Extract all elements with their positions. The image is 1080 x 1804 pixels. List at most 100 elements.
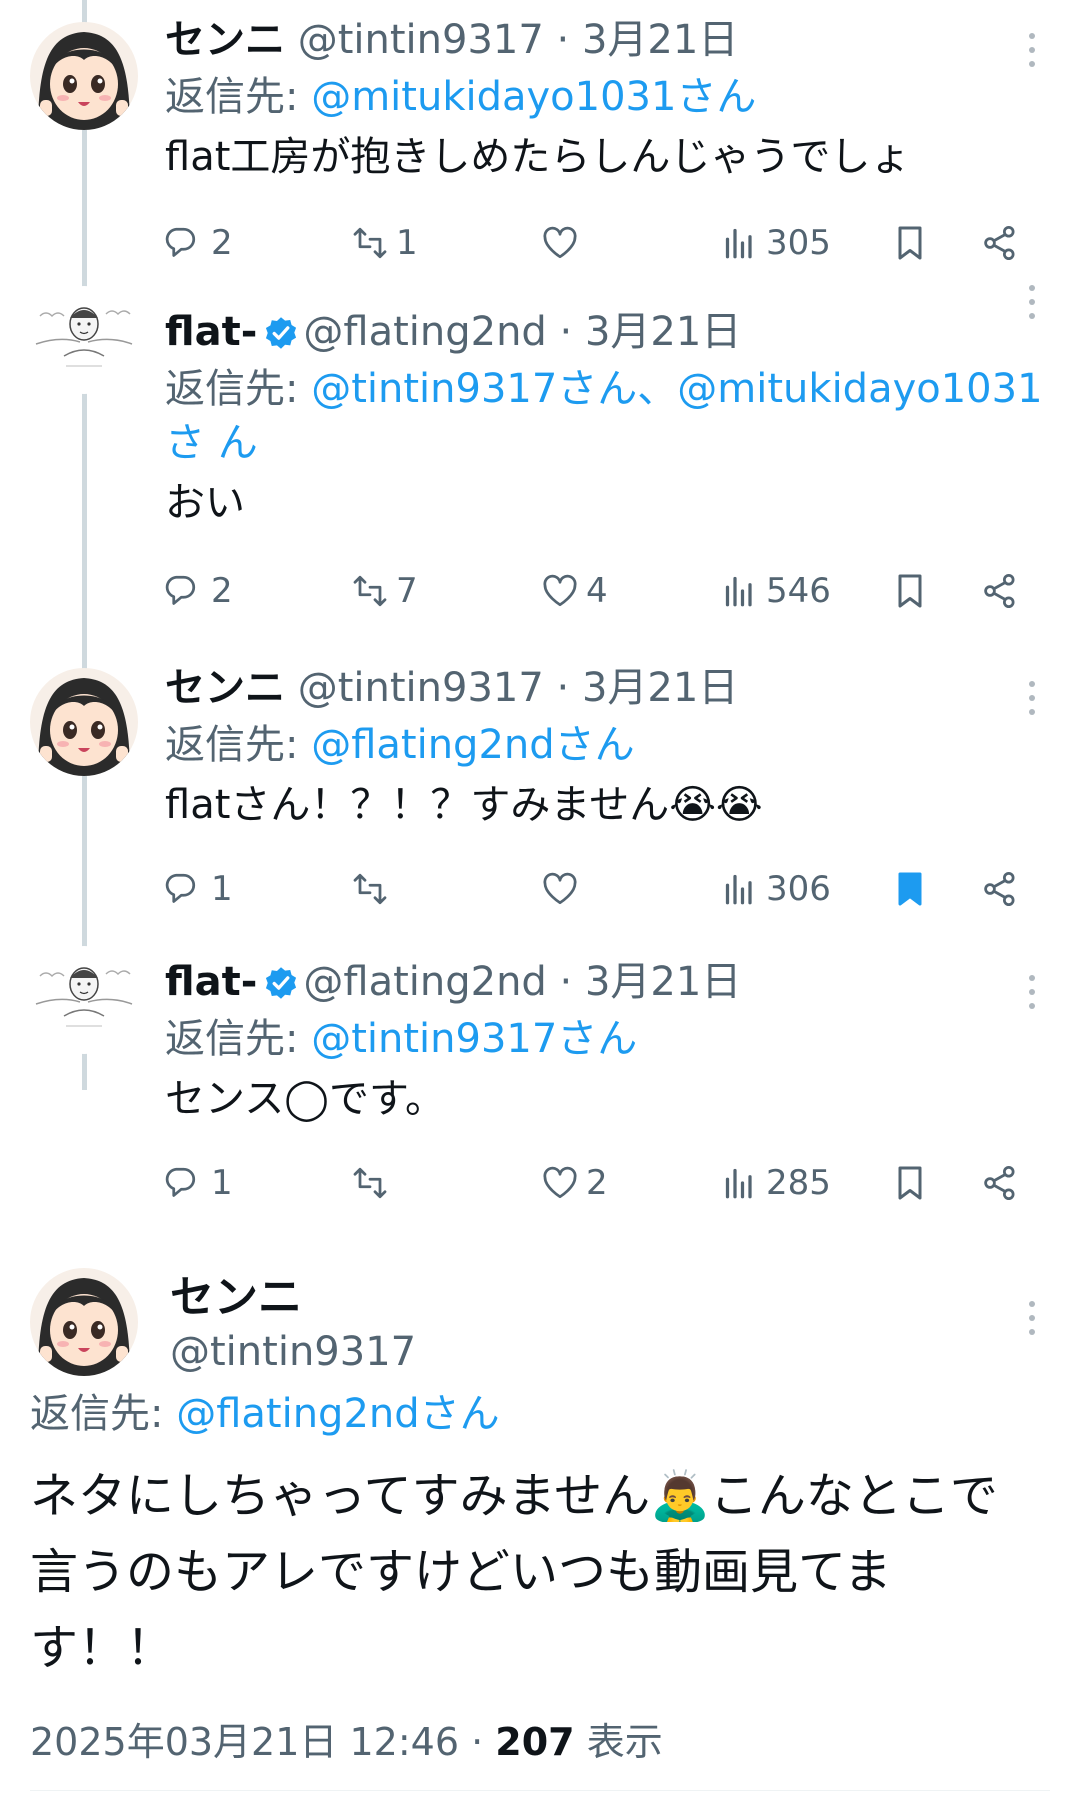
- bookmark-button[interactable]: [890, 566, 930, 616]
- avatar[interactable]: [30, 286, 138, 394]
- reply-button[interactable]: 1: [165, 864, 233, 914]
- views-icon: [725, 228, 752, 259]
- tweet-date[interactable]: 3月21日: [585, 309, 741, 355]
- reply-to-label: 返信先:: [165, 74, 312, 120]
- user-handle[interactable]: @tintin9317: [170, 1326, 416, 1378]
- reply-to: 返信先: @flating2ndさん: [30, 1386, 500, 1442]
- reply-button[interactable]: 1: [165, 1158, 233, 1208]
- retweet-icon: [353, 227, 387, 259]
- reply-icon: [165, 1167, 196, 1197]
- share-button[interactable]: [980, 566, 1020, 616]
- reply-to: 返信先: @mitukidayo1031さん: [165, 70, 1050, 124]
- reply-button[interactable]: 2: [165, 218, 233, 268]
- timestamp[interactable]: 2025年03月21日 12:46: [30, 1720, 459, 1764]
- reply-button[interactable]: 2: [165, 566, 233, 616]
- divider: [30, 1790, 1050, 1791]
- bookmark-button[interactable]: [890, 864, 930, 914]
- reply-to-label: 返信先:: [165, 1016, 312, 1062]
- heart-icon: [543, 226, 577, 259]
- separator-dot: ·: [471, 1720, 496, 1764]
- avatar[interactable]: [30, 668, 138, 776]
- tweet-date[interactable]: 3月21日: [582, 17, 738, 63]
- tweet[interactable]: flat- @flating2nd · 3月21日 返信先: @tintin931…: [0, 942, 1080, 1203]
- views-button[interactable]: 285: [720, 1158, 831, 1208]
- tweet-text: flat工房が抱きしめたらしんじゃうでしょ: [165, 134, 911, 180]
- display-name[interactable]: flat-: [165, 309, 257, 355]
- bookmark-filled-icon: [898, 872, 922, 906]
- user-handle[interactable]: @tintin9317: [298, 17, 544, 63]
- more-options-icon[interactable]: [1024, 678, 1040, 718]
- reply-to-mention[interactable]: @tintin9317さん: [311, 1016, 637, 1062]
- more-options-icon[interactable]: [1024, 30, 1040, 70]
- separator-dot: ·: [556, 665, 570, 711]
- tweet-header: センニ @tintin9317 · 3月21日: [165, 14, 1050, 66]
- reply-to-label: 返信先:: [165, 366, 312, 412]
- verified-badge-icon[interactable]: [263, 315, 299, 351]
- reply-icon: [165, 873, 196, 903]
- share-icon: [984, 574, 1015, 608]
- tweet-header: flat- @flating2nd · 3月21日: [165, 956, 1050, 1008]
- share-button[interactable]: [980, 218, 1020, 268]
- like-button[interactable]: 4: [540, 566, 608, 616]
- retweet-button[interactable]: 7: [350, 566, 418, 616]
- avatar[interactable]: [30, 946, 138, 1054]
- user-handle[interactable]: @flating2nd: [303, 959, 546, 1005]
- views-label: 表示: [586, 1720, 663, 1764]
- retweet-button[interactable]: 1: [350, 218, 418, 268]
- bookmark-button[interactable]: [890, 218, 930, 268]
- reply-to-mention[interactable]: @flating2ndさん: [176, 1391, 499, 1437]
- views-button[interactable]: 306: [720, 864, 831, 914]
- separator-dot: ·: [559, 309, 573, 355]
- heart-icon: [543, 574, 577, 607]
- retweet-count: 1: [396, 223, 418, 263]
- like-button[interactable]: [540, 864, 586, 914]
- tweet-header: センニ @tintin9317 · 3月21日: [165, 662, 1050, 714]
- tweet-text: センス◯です。: [165, 1076, 445, 1122]
- avatar[interactable]: [30, 1268, 138, 1376]
- reply-to-mention[interactable]: @mitukidayo1031さん: [311, 74, 756, 120]
- main-tweet: センニ @tintin9317 返信先: @flating2ndさん ネタにしち…: [0, 1258, 1080, 1804]
- views-icon: [725, 1168, 752, 1199]
- share-icon: [984, 872, 1015, 906]
- retweet-icon: [353, 575, 387, 607]
- share-button[interactable]: [980, 864, 1020, 914]
- bookmark-icon: [898, 574, 922, 608]
- tweet-text: ネタにしちゃってすみません🙇‍♂️こんなとこで言うのもアレですけどいつも動画見て…: [30, 1468, 998, 1676]
- tweet-actions: 2 1 305: [165, 218, 1050, 268]
- avatar[interactable]: [30, 22, 138, 130]
- user-handle[interactable]: @flating2nd: [303, 309, 546, 355]
- retweet-button[interactable]: [350, 1158, 396, 1208]
- verified-badge-icon[interactable]: [263, 965, 299, 1001]
- tweet-date[interactable]: 3月21日: [585, 959, 741, 1005]
- views-icon: [725, 874, 752, 905]
- like-button[interactable]: 2: [540, 1158, 608, 1208]
- tweet[interactable]: flat- @flating2nd · 3月21日 返信先: @tintin931…: [0, 285, 1080, 644]
- view-count: 285: [766, 1163, 831, 1203]
- user-handle[interactable]: @tintin9317: [298, 665, 544, 711]
- more-options-icon[interactable]: [1024, 282, 1040, 322]
- view-count: 305: [766, 223, 831, 263]
- retweet-icon: [353, 873, 387, 905]
- display-name[interactable]: センニ: [165, 17, 285, 63]
- reply-count: 2: [211, 223, 233, 263]
- bookmark-icon: [898, 226, 922, 260]
- more-options-icon[interactable]: [1024, 972, 1040, 1012]
- retweet-button[interactable]: [350, 864, 396, 914]
- display-name[interactable]: flat-: [165, 959, 257, 1005]
- tweet[interactable]: センニ @tintin9317 · 3月21日 返信先: @mitukidayo…: [0, 0, 1080, 290]
- share-icon: [984, 1166, 1015, 1200]
- tweet[interactable]: センニ @tintin9317 · 3月21日 返信先: @flating2nd…: [0, 648, 1080, 938]
- reply-count: 2: [211, 571, 233, 611]
- view-count: 207: [495, 1720, 575, 1764]
- display-name[interactable]: センニ: [165, 665, 285, 711]
- more-options-icon[interactable]: [1024, 1298, 1040, 1338]
- like-button[interactable]: [540, 218, 586, 268]
- tweet-date[interactable]: 3月21日: [582, 665, 738, 711]
- views-button[interactable]: 305: [720, 218, 831, 268]
- bookmark-button[interactable]: [890, 1158, 930, 1208]
- reply-to: 返信先: @flating2ndさん: [165, 718, 1050, 772]
- reply-to-mention[interactable]: @flating2ndさん: [311, 722, 634, 768]
- share-button[interactable]: [980, 1158, 1020, 1208]
- views-button[interactable]: 546: [720, 566, 831, 616]
- display-name[interactable]: センニ: [170, 1270, 416, 1326]
